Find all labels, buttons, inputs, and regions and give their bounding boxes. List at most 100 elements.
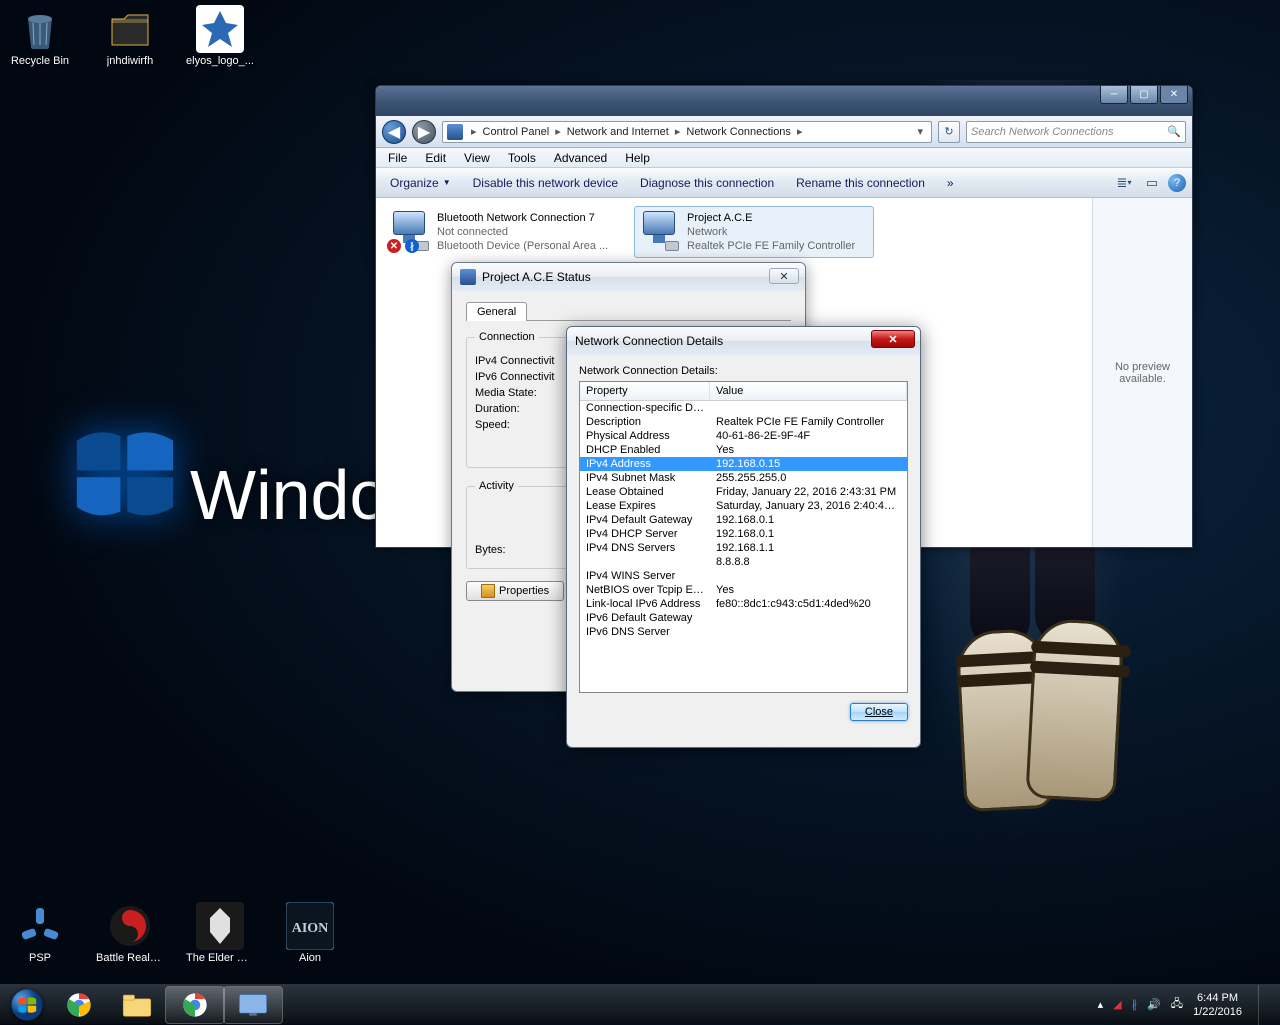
- minimize-button[interactable]: ─: [1100, 86, 1128, 104]
- preview-pane: No preview available.: [1092, 198, 1192, 547]
- help-button[interactable]: ?: [1168, 174, 1186, 192]
- details-dialog: Network Connection Details ✕ Network Con…: [566, 326, 921, 748]
- close-button[interactable]: Close: [850, 703, 908, 721]
- details-label: Network Connection Details:: [579, 365, 908, 377]
- crumb-control-panel[interactable]: Control Panel: [481, 124, 552, 140]
- diagnose-button[interactable]: Diagnose this connection: [632, 173, 782, 193]
- property-row[interactable]: Physical Address40-61-86-2E-9F-4F: [580, 429, 907, 443]
- status-close-button[interactable]: ✕: [769, 268, 799, 284]
- status-dialog-title: Project A.C.E Status: [482, 270, 591, 284]
- system-tray: ▴ ◢ ∦ 🔊 🖧 6:44 PM1/22/2016: [1098, 985, 1276, 1025]
- general-tab[interactable]: General: [466, 302, 527, 321]
- ipv6-connectivity-label: IPv6 Connectivit: [475, 371, 554, 383]
- desktop-icon-folder-jnhdiwirfh[interactable]: jnhdiwirfh: [95, 5, 165, 67]
- property-row[interactable]: IPv6 DNS Server: [580, 625, 907, 639]
- breadcrumb[interactable]: ▸ Control Panel▸ Network and Internet▸ N…: [442, 121, 932, 143]
- duration-label: Duration:: [475, 403, 520, 415]
- property-row[interactable]: Lease ExpiresSaturday, January 23, 2016 …: [580, 499, 907, 513]
- details-close-button[interactable]: ✕: [871, 330, 915, 348]
- menu-advanced[interactable]: Advanced: [546, 149, 615, 167]
- network-adapter-icon: [639, 211, 679, 251]
- search-input[interactable]: Search Network Connections 🔍: [966, 121, 1186, 143]
- property-row[interactable]: Connection-specific DN...: [580, 401, 907, 415]
- ipv4-connectivity-label: IPv4 Connectivit: [475, 355, 554, 367]
- taskbar-chrome[interactable]: [50, 987, 108, 1023]
- tray-network-icon[interactable]: 🖧: [1171, 995, 1183, 1014]
- desktop-icon-recycle-bin[interactable]: Recycle Bin: [5, 5, 75, 67]
- details-dialog-titlebar[interactable]: Network Connection Details ✕: [567, 327, 920, 355]
- bytes-label: Bytes:: [475, 544, 506, 556]
- property-table[interactable]: Property Value Connection-specific DN...…: [579, 381, 908, 693]
- property-row[interactable]: IPv4 DNS Servers192.168.1.1: [580, 541, 907, 555]
- explorer-titlebar[interactable]: ─ ▢ ✕: [376, 86, 1192, 116]
- details-dialog-title: Network Connection Details: [575, 334, 723, 348]
- show-desktop-button[interactable]: [1258, 985, 1270, 1025]
- search-icon: 🔍: [1167, 125, 1181, 138]
- property-row[interactable]: IPv4 Default Gateway192.168.0.1: [580, 513, 907, 527]
- property-row[interactable]: NetBIOS over Tcpip En...Yes: [580, 583, 907, 597]
- view-options-button[interactable]: ≣▾: [1112, 173, 1136, 193]
- wallpaper-windows-logo: [70, 420, 180, 535]
- property-row[interactable]: Lease ObtainedFriday, January 22, 2016 2…: [580, 485, 907, 499]
- network-adapter-icon: ✕∦: [389, 211, 429, 251]
- property-row[interactable]: DescriptionRealtek PCIe FE Family Contro…: [580, 415, 907, 429]
- property-row[interactable]: 8.8.8.8: [580, 555, 907, 569]
- property-row[interactable]: Link-local IPv6 Addressfe80::8dc1:c943:c…: [580, 597, 907, 611]
- property-row[interactable]: IPv4 Subnet Mask255.255.255.0: [580, 471, 907, 485]
- taskbar: ▴ ◢ ∦ 🔊 🖧 6:44 PM1/22/2016: [0, 984, 1280, 1024]
- back-button[interactable]: ◀: [382, 120, 406, 144]
- property-row[interactable]: DHCP EnabledYes: [580, 443, 907, 457]
- explorer-menubar: FileEditViewToolsAdvancedHelp: [376, 148, 1192, 168]
- network-icon: [460, 269, 476, 285]
- location-icon: [447, 124, 463, 140]
- start-button[interactable]: [4, 988, 50, 1022]
- forward-button[interactable]: ▶: [412, 120, 436, 144]
- value-column[interactable]: Value: [710, 382, 907, 400]
- properties-button[interactable]: Properties: [466, 581, 564, 601]
- property-row[interactable]: IPv4 Address192.168.0.15: [580, 457, 907, 471]
- menu-edit[interactable]: Edit: [417, 149, 454, 167]
- connection-item[interactable]: Project A.C.ENetworkRealtek PCIe FE Fami…: [634, 206, 874, 258]
- crumb-network-connections[interactable]: Network Connections: [684, 124, 793, 140]
- tray-chevron[interactable]: ▴: [1098, 998, 1104, 1011]
- more-commands-button[interactable]: »: [939, 173, 962, 193]
- desktop-icon-aion[interactable]: AIONAion: [275, 902, 345, 964]
- property-row[interactable]: IPv6 Default Gateway: [580, 611, 907, 625]
- tray-volume-icon[interactable]: 🔊: [1147, 998, 1161, 1011]
- desktop-icon-elyos-logo[interactable]: elyos_logo_...: [185, 5, 255, 67]
- menu-file[interactable]: File: [380, 149, 415, 167]
- organize-menu[interactable]: Organize▼: [382, 173, 459, 193]
- preview-pane-button[interactable]: ▭: [1140, 173, 1164, 193]
- disable-device-button[interactable]: Disable this network device: [465, 173, 626, 193]
- desktop-icon-psp[interactable]: PSP: [5, 902, 75, 964]
- speed-label: Speed:: [475, 419, 510, 431]
- property-column[interactable]: Property: [580, 382, 710, 400]
- menu-view[interactable]: View: [456, 149, 498, 167]
- activity-group-label: Activity: [475, 480, 518, 492]
- rename-button[interactable]: Rename this connection: [788, 173, 933, 193]
- taskbar-file-explorer[interactable]: [108, 987, 166, 1023]
- menu-tools[interactable]: Tools: [500, 149, 544, 167]
- shield-icon: [481, 584, 495, 598]
- svg-text:AION: AION: [292, 921, 329, 936]
- taskbar-chrome-active[interactable]: [166, 987, 224, 1023]
- explorer-commandbar: Organize▼ Disable this network device Di…: [376, 168, 1192, 198]
- connection-item[interactable]: ✕∦ Bluetooth Network Connection 7Not con…: [384, 206, 624, 258]
- refresh-button[interactable]: ↻: [938, 121, 960, 143]
- explorer-nav: ◀ ▶ ▸ Control Panel▸ Network and Interne…: [376, 116, 1192, 148]
- property-row[interactable]: IPv4 WINS Server: [580, 569, 907, 583]
- close-button[interactable]: ✕: [1160, 86, 1188, 104]
- desktop-icon-battle-realms[interactable]: Battle Realms: [95, 902, 165, 964]
- wallpaper-text: Windo: [190, 455, 388, 535]
- taskbar-clock[interactable]: 6:44 PM1/22/2016: [1193, 991, 1242, 1019]
- tray-bluetooth-icon[interactable]: ∦: [1132, 998, 1138, 1011]
- tray-avira-icon[interactable]: ◢: [1113, 998, 1121, 1011]
- status-dialog-titlebar[interactable]: Project A.C.E Status ✕: [452, 263, 805, 291]
- desktop-icon-elder-scrolls[interactable]: The Elder Scrolls ...: [185, 902, 255, 964]
- media-state-label: Media State:: [475, 387, 537, 399]
- menu-help[interactable]: Help: [617, 149, 658, 167]
- taskbar-control-panel[interactable]: [224, 987, 282, 1023]
- maximize-button[interactable]: ▢: [1130, 86, 1158, 104]
- crumb-network-internet[interactable]: Network and Internet: [565, 124, 671, 140]
- property-row[interactable]: IPv4 DHCP Server192.168.0.1: [580, 527, 907, 541]
